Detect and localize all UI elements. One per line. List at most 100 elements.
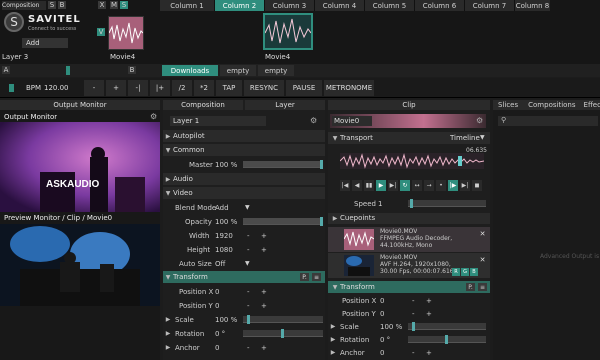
clip-scale-value[interactable]: 100 %	[380, 323, 402, 331]
play-reverse-icon[interactable]: ◀	[352, 180, 362, 191]
close-audio-icon[interactable]: ✕	[478, 229, 487, 238]
s-button[interactable]: S	[48, 1, 56, 9]
autosize-value[interactable]: Off	[215, 260, 225, 268]
clip-scale-knob[interactable]	[412, 322, 415, 331]
layer-name-field[interactable]: Layer 1	[170, 116, 266, 126]
master-slider[interactable]	[243, 160, 323, 169]
gear-icon-clip[interactable]: ⚙	[476, 116, 483, 125]
a-button[interactable]: A	[2, 66, 10, 74]
section-video[interactable]: ▼ Video	[163, 187, 325, 199]
posy-minus-button[interactable]: -	[247, 302, 250, 310]
transform-p-button[interactable]: P.	[300, 273, 309, 281]
speed-value[interactable]: 1	[378, 200, 382, 208]
column-3[interactable]: Column 3	[265, 0, 315, 11]
tab-composition[interactable]: Composition	[163, 100, 243, 110]
opacity-slider[interactable]	[243, 217, 323, 226]
bounce-icon[interactable]: ↔	[412, 180, 422, 191]
composition-label[interactable]: Composition	[2, 1, 46, 10]
opacity-value[interactable]: 100 %	[215, 218, 237, 226]
deck-tab-downloads[interactable]: Downloads	[162, 65, 218, 76]
clip-transform-menu-icon[interactable]: ≡	[478, 283, 487, 291]
clip-posy-minus-button[interactable]: -	[412, 310, 415, 318]
x-button[interactable]: X	[98, 1, 106, 9]
anchor-minus-button[interactable]: -	[247, 344, 250, 352]
clip-posy-value[interactable]: 0	[380, 310, 384, 318]
clip-rotation-value[interactable]: 0 °	[380, 336, 390, 344]
play-once-icon[interactable]: →	[424, 180, 434, 191]
clip-thumbnail-2[interactable]	[263, 13, 313, 50]
clip-rotation-slider[interactable]	[408, 335, 486, 344]
clip-anchor-plus-button[interactable]: +	[426, 349, 432, 357]
tab-layer[interactable]: Layer	[245, 100, 325, 110]
timeline-dropdown[interactable]: Timeline	[450, 134, 480, 142]
master-value[interactable]: 100 %	[215, 161, 237, 169]
blend-select[interactable]: Add	[22, 38, 68, 48]
b-button-deck[interactable]: B	[128, 66, 136, 74]
column-8[interactable]: Column 8	[515, 0, 550, 11]
b-button[interactable]: B	[58, 1, 66, 9]
clip-posx-minus-button[interactable]: -	[412, 297, 415, 305]
column-1[interactable]: Column 1	[160, 0, 215, 11]
speed-knob[interactable]	[410, 199, 413, 208]
gear-icon[interactable]: ⚙	[150, 112, 157, 121]
width-value[interactable]: 1920	[215, 232, 233, 240]
height-minus-button[interactable]: -	[247, 246, 250, 254]
transform-menu-icon[interactable]: ≡	[312, 273, 321, 281]
column-7[interactable]: Column 7	[465, 0, 515, 11]
master-knob[interactable]	[320, 160, 323, 169]
clip-anchor-minus-button[interactable]: -	[412, 349, 415, 357]
bpm-plus-button[interactable]: +	[106, 80, 126, 96]
tap-button[interactable]: TAP	[216, 80, 242, 96]
loop-icon[interactable]: ↻	[400, 180, 410, 191]
nudge-right-button[interactable]: |+	[150, 80, 170, 96]
stop-icon[interactable]: ◼	[472, 180, 482, 191]
random-icon[interactable]: •	[436, 180, 446, 191]
posx-plus-button[interactable]: +	[261, 288, 267, 296]
nudge-left-button[interactable]: -|	[128, 80, 148, 96]
pause-button[interactable]: PAUSE	[286, 80, 322, 96]
clip-transform-p-button[interactable]: P.	[466, 283, 475, 291]
clip-name-field[interactable]: Movie0	[332, 116, 372, 126]
rotation-knob[interactable]	[281, 329, 284, 338]
tab-compositions[interactable]: Compositions	[523, 100, 580, 110]
posy-value[interactable]: 0	[215, 302, 219, 310]
v-button[interactable]: V	[97, 28, 105, 36]
section-autopilot[interactable]: ▶ Autopilot	[163, 130, 325, 142]
section-transform[interactable]: ▼ Transform P. ≡	[163, 271, 325, 283]
tab-effects[interactable]: Effects	[581, 100, 600, 110]
pause-icon[interactable]: ▮▮	[364, 180, 374, 191]
scale-slider[interactable]	[243, 315, 323, 324]
gear-icon-comp[interactable]: ⚙	[310, 116, 317, 125]
bpm-minus-button[interactable]: -	[84, 80, 104, 96]
video-b-button[interactable]: B	[470, 268, 478, 276]
close-video-icon[interactable]: ✕	[478, 255, 487, 264]
resync-button[interactable]: RESYNC	[244, 80, 284, 96]
blend-dropdown-icon[interactable]: ▼	[245, 204, 250, 211]
blend-mode-value[interactable]: Add	[215, 204, 229, 212]
height-plus-button[interactable]: +	[261, 246, 267, 254]
posx-minus-button[interactable]: -	[247, 288, 250, 296]
double-button[interactable]: *2	[194, 80, 214, 96]
bpm-value[interactable]: 120.00	[44, 84, 69, 92]
width-minus-button[interactable]: -	[247, 232, 250, 240]
tab-slices[interactable]: Slices	[493, 100, 523, 110]
clip-posx-plus-button[interactable]: +	[426, 297, 432, 305]
section-audio[interactable]: ▶ Audio	[163, 173, 325, 185]
anchor-plus-button[interactable]: +	[261, 344, 267, 352]
mark-out-icon[interactable]: ▶|	[460, 180, 470, 191]
rotation-slider[interactable]	[243, 329, 323, 338]
clip-anchor-value[interactable]: 0	[380, 349, 384, 357]
deck-tab-empty-1[interactable]: empty	[220, 65, 256, 76]
column-6[interactable]: Column 6	[415, 0, 465, 11]
posx-value[interactable]: 0	[215, 288, 219, 296]
timeline-dropdown-icon[interactable]: ▼	[480, 134, 485, 141]
m-button[interactable]: M	[110, 1, 118, 9]
clip-posy-plus-button[interactable]: +	[426, 310, 432, 318]
opacity-knob[interactable]	[320, 217, 323, 226]
width-plus-button[interactable]: +	[261, 232, 267, 240]
rewind-icon[interactable]: |◀	[340, 180, 350, 191]
play-icon[interactable]: ▶	[376, 180, 386, 191]
clip-waveform[interactable]	[339, 153, 485, 169]
rotation-value[interactable]: 0 °	[215, 330, 225, 338]
half-button[interactable]: /2	[172, 80, 192, 96]
